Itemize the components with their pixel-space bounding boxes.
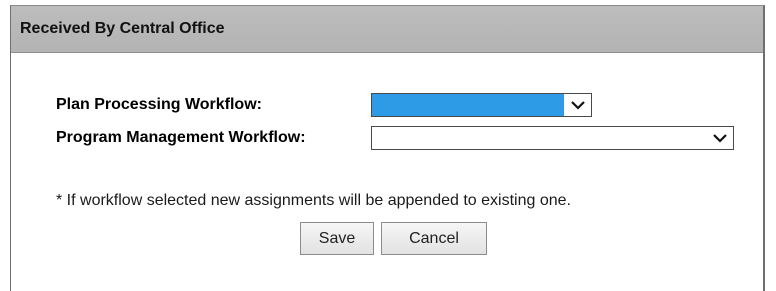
received-by-central-office-dialog: Received By Central Office Plan Processi…: [10, 5, 765, 291]
plan-processing-workflow-select[interactable]: [371, 93, 592, 117]
workflow-append-note: * If workflow selected new assignments w…: [56, 192, 571, 209]
chevron-down-icon[interactable]: [713, 132, 727, 144]
dialog-title: Received By Central Office: [20, 20, 225, 37]
dialog-titlebar: Received By Central Office: [11, 6, 763, 53]
plan-processing-workflow-label: Plan Processing Workflow:: [56, 96, 262, 113]
program-management-workflow-select[interactable]: [371, 126, 734, 150]
program-management-workflow-label: Program Management Workflow:: [56, 129, 306, 146]
save-button[interactable]: Save: [300, 222, 374, 255]
cancel-button[interactable]: Cancel: [381, 222, 487, 255]
plan-processing-workflow-value: [372, 94, 564, 116]
program-management-workflow-value: [372, 127, 376, 149]
chevron-down-icon[interactable]: [571, 99, 585, 111]
